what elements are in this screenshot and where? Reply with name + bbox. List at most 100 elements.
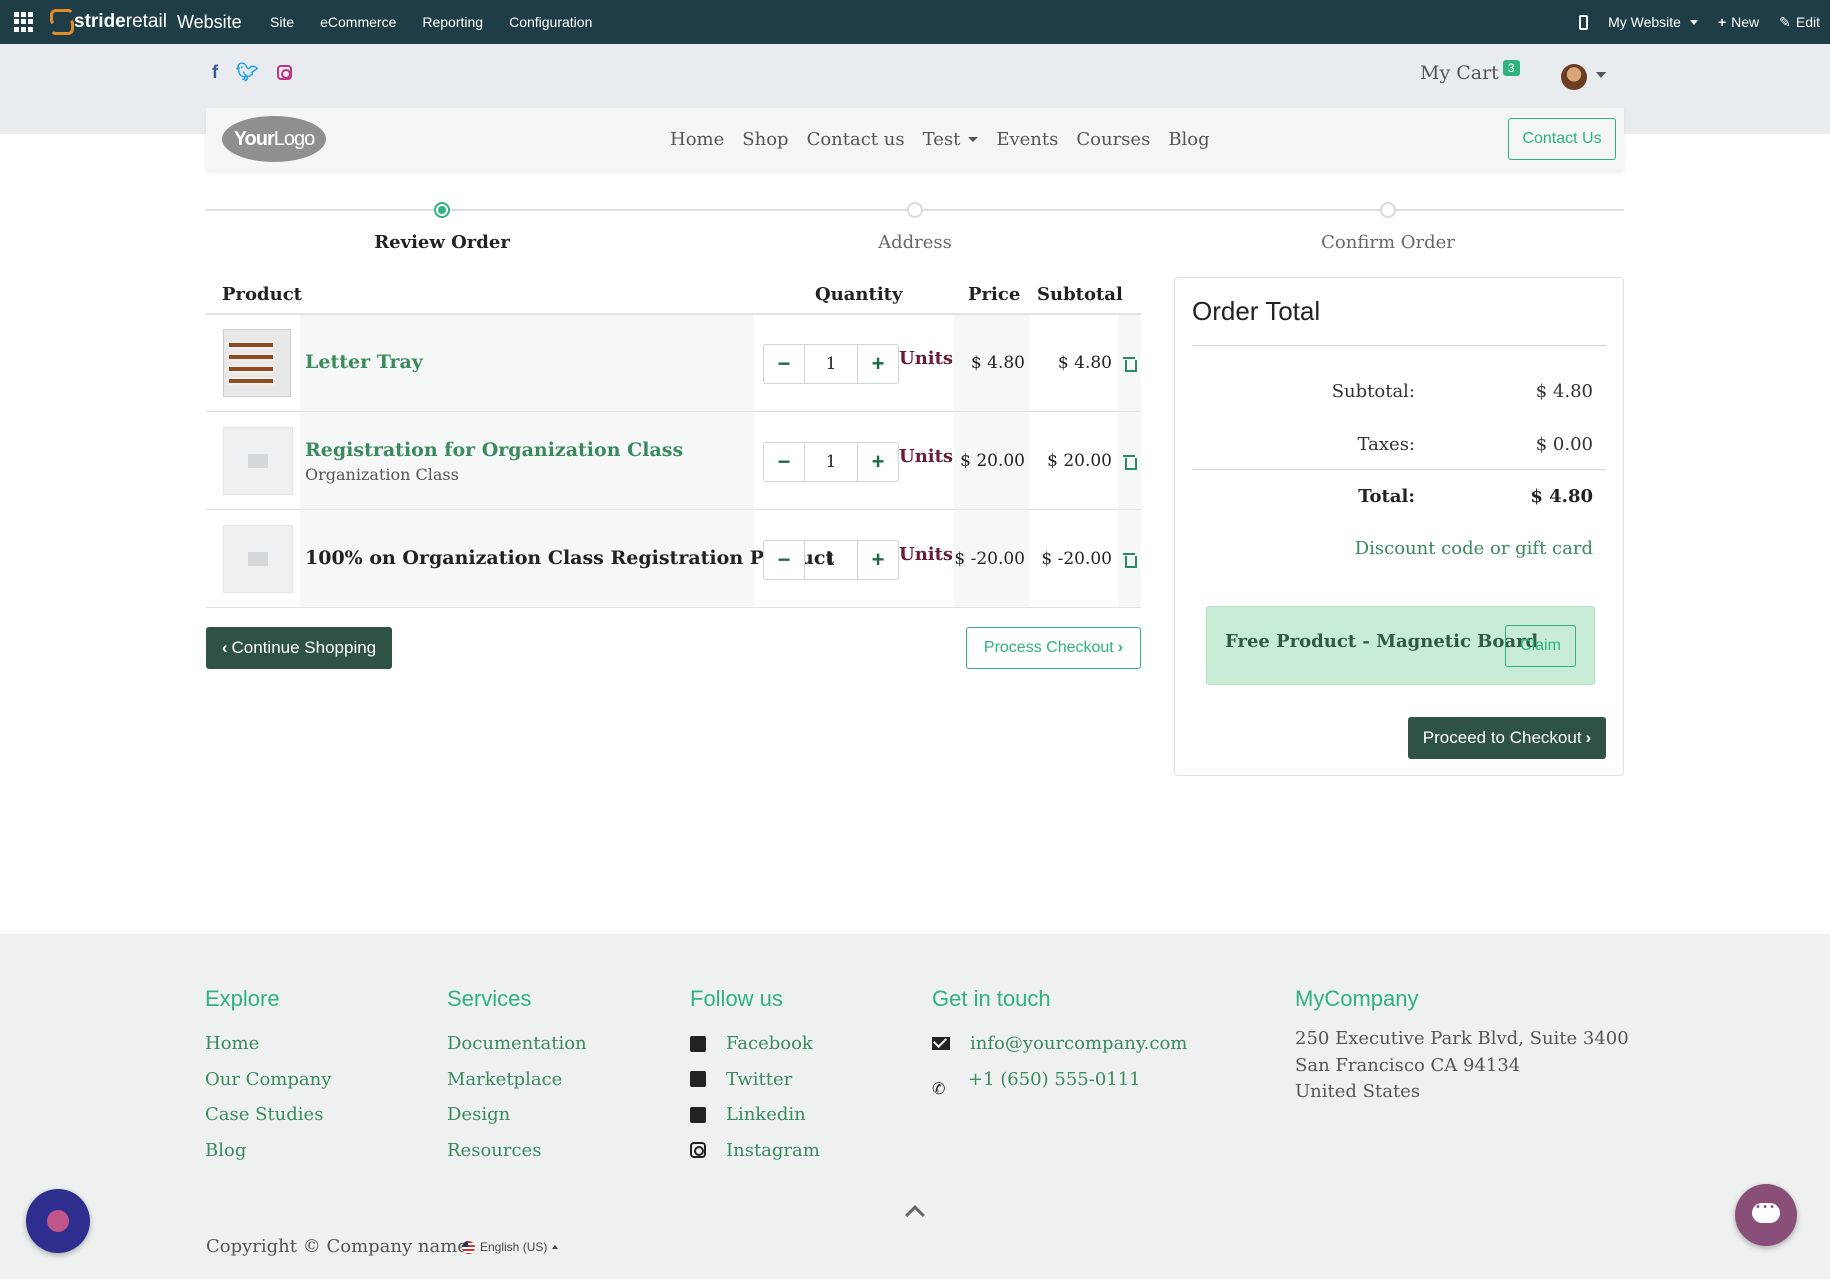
live-chat-button[interactable] bbox=[1735, 1184, 1797, 1246]
decrease-qty-button[interactable]: − bbox=[763, 344, 805, 384]
footer-link[interactable]: Our Company bbox=[205, 1062, 331, 1098]
footer-follow-title: Follow us bbox=[690, 986, 783, 1011]
footer-facebook-link[interactable]: Facebook bbox=[690, 1026, 820, 1062]
trash-icon[interactable] bbox=[1123, 455, 1137, 470]
footer-link[interactable]: Design bbox=[447, 1097, 587, 1133]
trash-icon[interactable] bbox=[1123, 357, 1137, 372]
order-total-title: Order Total bbox=[1192, 296, 1321, 326]
increase-qty-button[interactable]: + bbox=[857, 344, 899, 384]
quantity-input[interactable]: 1 bbox=[805, 540, 857, 580]
app-name[interactable]: Website bbox=[177, 0, 242, 44]
step-address-dot bbox=[907, 202, 923, 218]
proceed-to-checkout-label: Proceed to Checkout bbox=[1422, 728, 1582, 747]
admin-menu-reporting[interactable]: Reporting bbox=[422, 14, 483, 30]
footer-twitter-link[interactable]: Twitter bbox=[690, 1062, 820, 1098]
nav-shop[interactable]: Shop bbox=[742, 129, 788, 150]
footer-phone-link[interactable]: ✆ +1 (650) 555-0111 bbox=[932, 1062, 1187, 1099]
product-name-link[interactable]: Letter Tray bbox=[305, 351, 423, 373]
quantity-input[interactable]: 1 bbox=[805, 442, 857, 482]
stride-logo-icon bbox=[48, 9, 74, 35]
footer-link[interactable]: Home bbox=[205, 1026, 331, 1062]
proceed-to-checkout-button[interactable]: Proceed to Checkout › bbox=[1408, 717, 1606, 759]
website-switcher[interactable]: My Website bbox=[1608, 14, 1698, 30]
decrease-qty-button[interactable]: − bbox=[763, 442, 805, 482]
nav-contact-us[interactable]: Contact us bbox=[807, 129, 905, 150]
edit-button[interactable]: ✎ Edit bbox=[1779, 14, 1820, 31]
footer-email-link[interactable]: info@yourcompany.com bbox=[932, 1026, 1187, 1062]
facebook-icon[interactable]: f bbox=[212, 62, 218, 83]
main-nav: Home Shop Contact us Test Events Courses… bbox=[670, 108, 1210, 170]
admin-menu-ecommerce[interactable]: eCommerce bbox=[320, 14, 396, 30]
assistant-bubble-button[interactable] bbox=[26, 1189, 90, 1253]
increase-qty-button[interactable]: + bbox=[857, 540, 899, 580]
cart-label: My Cart bbox=[1420, 62, 1499, 84]
footer-link[interactable]: Resources bbox=[447, 1133, 587, 1169]
contact-us-button[interactable]: Contact Us bbox=[1508, 118, 1616, 160]
footer-link[interactable]: Marketplace bbox=[447, 1062, 587, 1098]
instagram-icon bbox=[690, 1142, 706, 1159]
new-button[interactable]: + New bbox=[1718, 14, 1759, 30]
nav-home[interactable]: Home bbox=[670, 129, 724, 150]
footer-contact: Get in touch info@yourcompany.com ✆ +1 (6… bbox=[932, 986, 1187, 1099]
footer-services: Services Documentation Marketplace Desig… bbox=[447, 986, 587, 1168]
footer-link-label: Instagram bbox=[726, 1139, 820, 1161]
address-line: United States bbox=[1295, 1081, 1421, 1102]
subtotal-label: Subtotal: bbox=[1331, 381, 1415, 402]
nav-test-dropdown[interactable]: Test bbox=[923, 129, 979, 150]
unit-label: Units bbox=[899, 544, 954, 565]
process-checkout-button[interactable]: Process Checkout › bbox=[966, 627, 1141, 669]
mobile-preview-button[interactable] bbox=[1579, 14, 1589, 30]
claim-button[interactable]: Claim bbox=[1505, 625, 1576, 667]
divider bbox=[1192, 469, 1606, 470]
quantity-input[interactable]: 1 bbox=[805, 344, 857, 384]
product-name-link[interactable]: Registration for Organization Class bbox=[305, 439, 683, 461]
discount-code-link[interactable]: Discount code or gift card bbox=[1355, 538, 1593, 559]
brand-logo[interactable]: strideretail bbox=[48, 8, 167, 36]
admin-menu-site[interactable]: Site bbox=[270, 14, 294, 30]
site-logo[interactable]: Your Logo bbox=[222, 116, 326, 162]
footer-link[interactable]: Documentation bbox=[447, 1026, 587, 1062]
footer-email: info@yourcompany.com bbox=[970, 1033, 1188, 1054]
quantity-stepper: − 1 + bbox=[763, 442, 899, 482]
my-cart-link[interactable]: My Cart 3 bbox=[1420, 60, 1520, 84]
phone-icon: ✆ bbox=[932, 1079, 946, 1099]
product-variant-text: Organization Class bbox=[305, 465, 459, 484]
envelope-icon bbox=[932, 1037, 950, 1051]
chevron-right-icon: › bbox=[1117, 639, 1124, 656]
caret-down-icon bbox=[968, 137, 979, 142]
user-avatar[interactable] bbox=[1561, 64, 1587, 90]
decrease-qty-button[interactable]: − bbox=[763, 540, 805, 580]
admin-menu-configuration[interactable]: Configuration bbox=[509, 14, 592, 30]
product-placeholder-thumbnail[interactable] bbox=[223, 427, 293, 495]
footer-link[interactable]: Case Studies bbox=[205, 1097, 331, 1133]
col-header-subtotal: Subtotal bbox=[1037, 284, 1123, 305]
chevron-right-icon: › bbox=[1585, 728, 1592, 747]
instagram-icon[interactable] bbox=[276, 65, 292, 80]
us-flag-icon bbox=[462, 1240, 475, 1254]
continue-shopping-button[interactable]: ‹ Continue Shopping bbox=[206, 627, 392, 669]
footer-linkedin-link[interactable]: Linkedin bbox=[690, 1097, 820, 1133]
footer-link-label: Twitter bbox=[726, 1068, 793, 1090]
footer-instagram-link[interactable]: Instagram bbox=[690, 1133, 820, 1169]
twitter-icon[interactable]: 🐦︎ bbox=[236, 62, 259, 83]
increase-qty-button[interactable]: + bbox=[857, 442, 899, 482]
twitter-icon bbox=[690, 1071, 706, 1088]
nav-courses[interactable]: Courses bbox=[1076, 129, 1150, 150]
trash-icon[interactable] bbox=[1123, 553, 1137, 568]
social-links: f 🐦︎ bbox=[212, 62, 292, 83]
nav-events[interactable]: Events bbox=[996, 129, 1058, 150]
footer-link[interactable]: Blog bbox=[205, 1133, 331, 1169]
edit-label: Edit bbox=[1795, 14, 1820, 30]
language-label: English (US) bbox=[480, 1240, 548, 1254]
letter-tray-thumbnail[interactable] bbox=[223, 329, 293, 397]
footer-company-title: MyCompany bbox=[1295, 986, 1419, 1011]
apps-grid-icon[interactable] bbox=[14, 12, 34, 32]
new-label: New bbox=[1731, 14, 1760, 30]
language-selector[interactable]: English (US) bbox=[462, 1240, 559, 1254]
user-menu-caret-icon[interactable] bbox=[1596, 72, 1606, 78]
unit-price: $ -20.00 bbox=[954, 549, 1025, 569]
product-placeholder-thumbnail[interactable] bbox=[223, 525, 293, 593]
website-switcher-label: My Website bbox=[1608, 14, 1681, 30]
nav-blog[interactable]: Blog bbox=[1168, 129, 1209, 150]
taxes-value: $ 0.00 bbox=[1535, 434, 1593, 455]
